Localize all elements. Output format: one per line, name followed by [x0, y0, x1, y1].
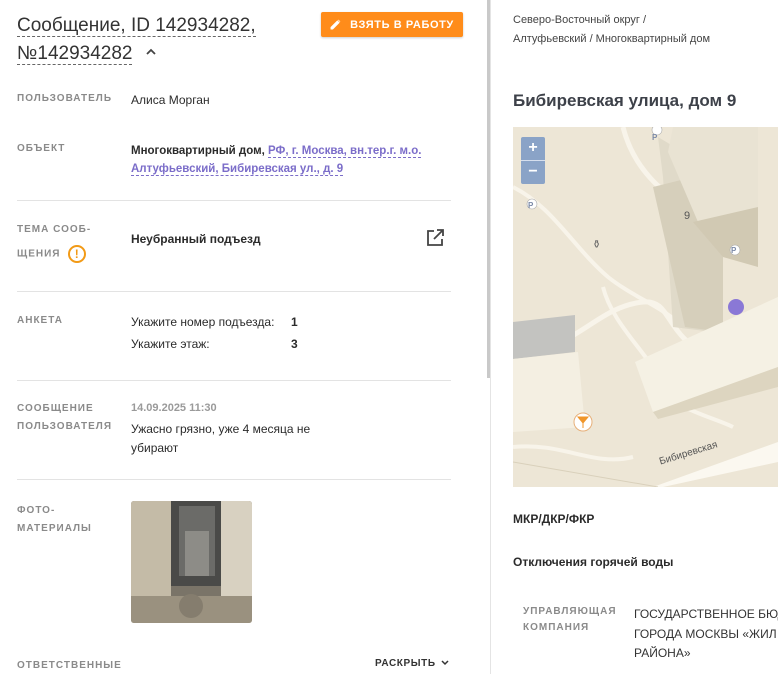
section-hot-water[interactable]: Отключения горячей воды: [513, 555, 673, 569]
topic-label-line1: ТЕМА СООБ-: [17, 224, 92, 235]
user-value: Алиса Морган: [131, 93, 210, 107]
management-label-line2: КОМПАНИЯ: [523, 622, 590, 633]
panel-divider: [490, 0, 491, 674]
divider: [17, 200, 451, 201]
user-label: ПОЛЬЗОВАТЕЛЬ: [17, 93, 113, 104]
section-mkr[interactable]: МКР/ДКР/ФКР: [513, 512, 594, 526]
breadcrumb: Северо-Восточный округ / Алтуфьевский / …: [513, 14, 711, 45]
parking-label: P: [528, 201, 534, 210]
page-title[interactable]: Сообщение, ID 142934282, №142934282: [17, 12, 307, 68]
divider: [17, 479, 451, 480]
message-title-text[interactable]: Сообщение, ID 142934282, №142934282: [17, 15, 256, 65]
external-link-icon[interactable]: [425, 228, 445, 248]
message-date: 14.09.2025 11:30: [131, 402, 217, 414]
photo-label-line1: ФОТО-: [17, 505, 56, 516]
map-canvas: ⚱: [513, 127, 778, 487]
map[interactable]: ⚱ P P P 9 Бибиревская: [513, 127, 778, 487]
object-label: ОБЪЕКТ: [17, 143, 66, 154]
management-value-line3: РАЙОНА»: [634, 646, 691, 660]
survey-answer: 1: [291, 315, 298, 329]
management-company-value: ГОСУДАРСТВЕННОЕ БЮД ГОРОДА МОСКВЫ «ЖИЛ Р…: [634, 605, 778, 664]
divider: [17, 291, 451, 292]
parking-label: P: [731, 246, 737, 255]
photo-label-line2: МАТЕРИАЛЫ: [17, 523, 92, 534]
message-text: Ужасно грязно, уже 4 месяца не убирают: [131, 422, 311, 455]
zoom-in-button[interactable]: +: [521, 137, 545, 160]
survey-label: АНКЕТА: [17, 315, 63, 326]
topic-label-line2: ЩЕНИЯ !: [17, 245, 91, 264]
management-value-line1: ГОСУДАРСТВЕННОЕ БЮД: [634, 607, 778, 621]
pencil-icon: [330, 19, 341, 30]
management-company-label: УПРАВЛЯЮЩАЯ КОМПАНИЯ: [523, 604, 617, 636]
topic-label: ТЕМА СООБ- ЩЕНИЯ !: [17, 221, 91, 264]
map-zoom-controls: + −: [521, 137, 545, 184]
parking-label: P: [652, 133, 658, 142]
divider: [17, 380, 451, 381]
take-to-work-button[interactable]: ВЗЯТЬ В РАБОТУ: [321, 12, 463, 37]
object-value: Многоквартирный дом, РФ, г. Москва, вн.т…: [131, 142, 451, 178]
management-value-line2: ГОРОДА МОСКВЫ «ЖИЛ: [634, 626, 777, 641]
building-number: 9: [684, 210, 691, 222]
photo-thumbnail[interactable]: [131, 501, 252, 623]
survey-answer: 3: [291, 337, 298, 351]
take-to-work-label: ВЗЯТЬ В РАБОТУ: [350, 18, 454, 31]
address-title: Бибиревская улица, дом 9: [513, 91, 737, 110]
message-label: СООБЩЕНИЕ ПОЛЬЗОВАТЕЛЯ: [17, 400, 112, 436]
object-type: Многоквартирный дом,: [131, 145, 265, 157]
responsible-label: ОТВЕТСТВЕННЫЕ: [17, 660, 122, 671]
expand-label: РАСКРЫТЬ: [375, 658, 436, 669]
photo-label: ФОТО- МАТЕРИАЛЫ: [17, 502, 92, 538]
chevron-up-icon[interactable]: [146, 47, 156, 57]
message-label-line1: СООБЩЕНИЕ: [17, 403, 94, 414]
management-label-line1: УПРАВЛЯЮЩАЯ: [523, 606, 617, 617]
topic-value: Неубранный подъезд: [131, 232, 261, 246]
topic-label-line2-text: ЩЕНИЯ: [17, 248, 61, 260]
message-detail-panel: Сообщение, ID 142934282, №142934282 ВЗЯТ…: [0, 0, 487, 674]
survey-question: Укажите номер подъезда:: [131, 315, 275, 329]
message-label-line2: ПОЛЬЗОВАТЕЛЯ: [17, 421, 113, 432]
survey-question: Укажите этаж:: [131, 337, 210, 351]
expand-button[interactable]: РАСКРЫТЬ: [375, 658, 449, 669]
zoom-out-button[interactable]: −: [521, 161, 545, 184]
monument-icon: ⚱: [592, 238, 601, 251]
chevron-down-icon: [441, 660, 449, 666]
photo-image: [131, 501, 252, 623]
warning-icon: !: [68, 245, 87, 263]
